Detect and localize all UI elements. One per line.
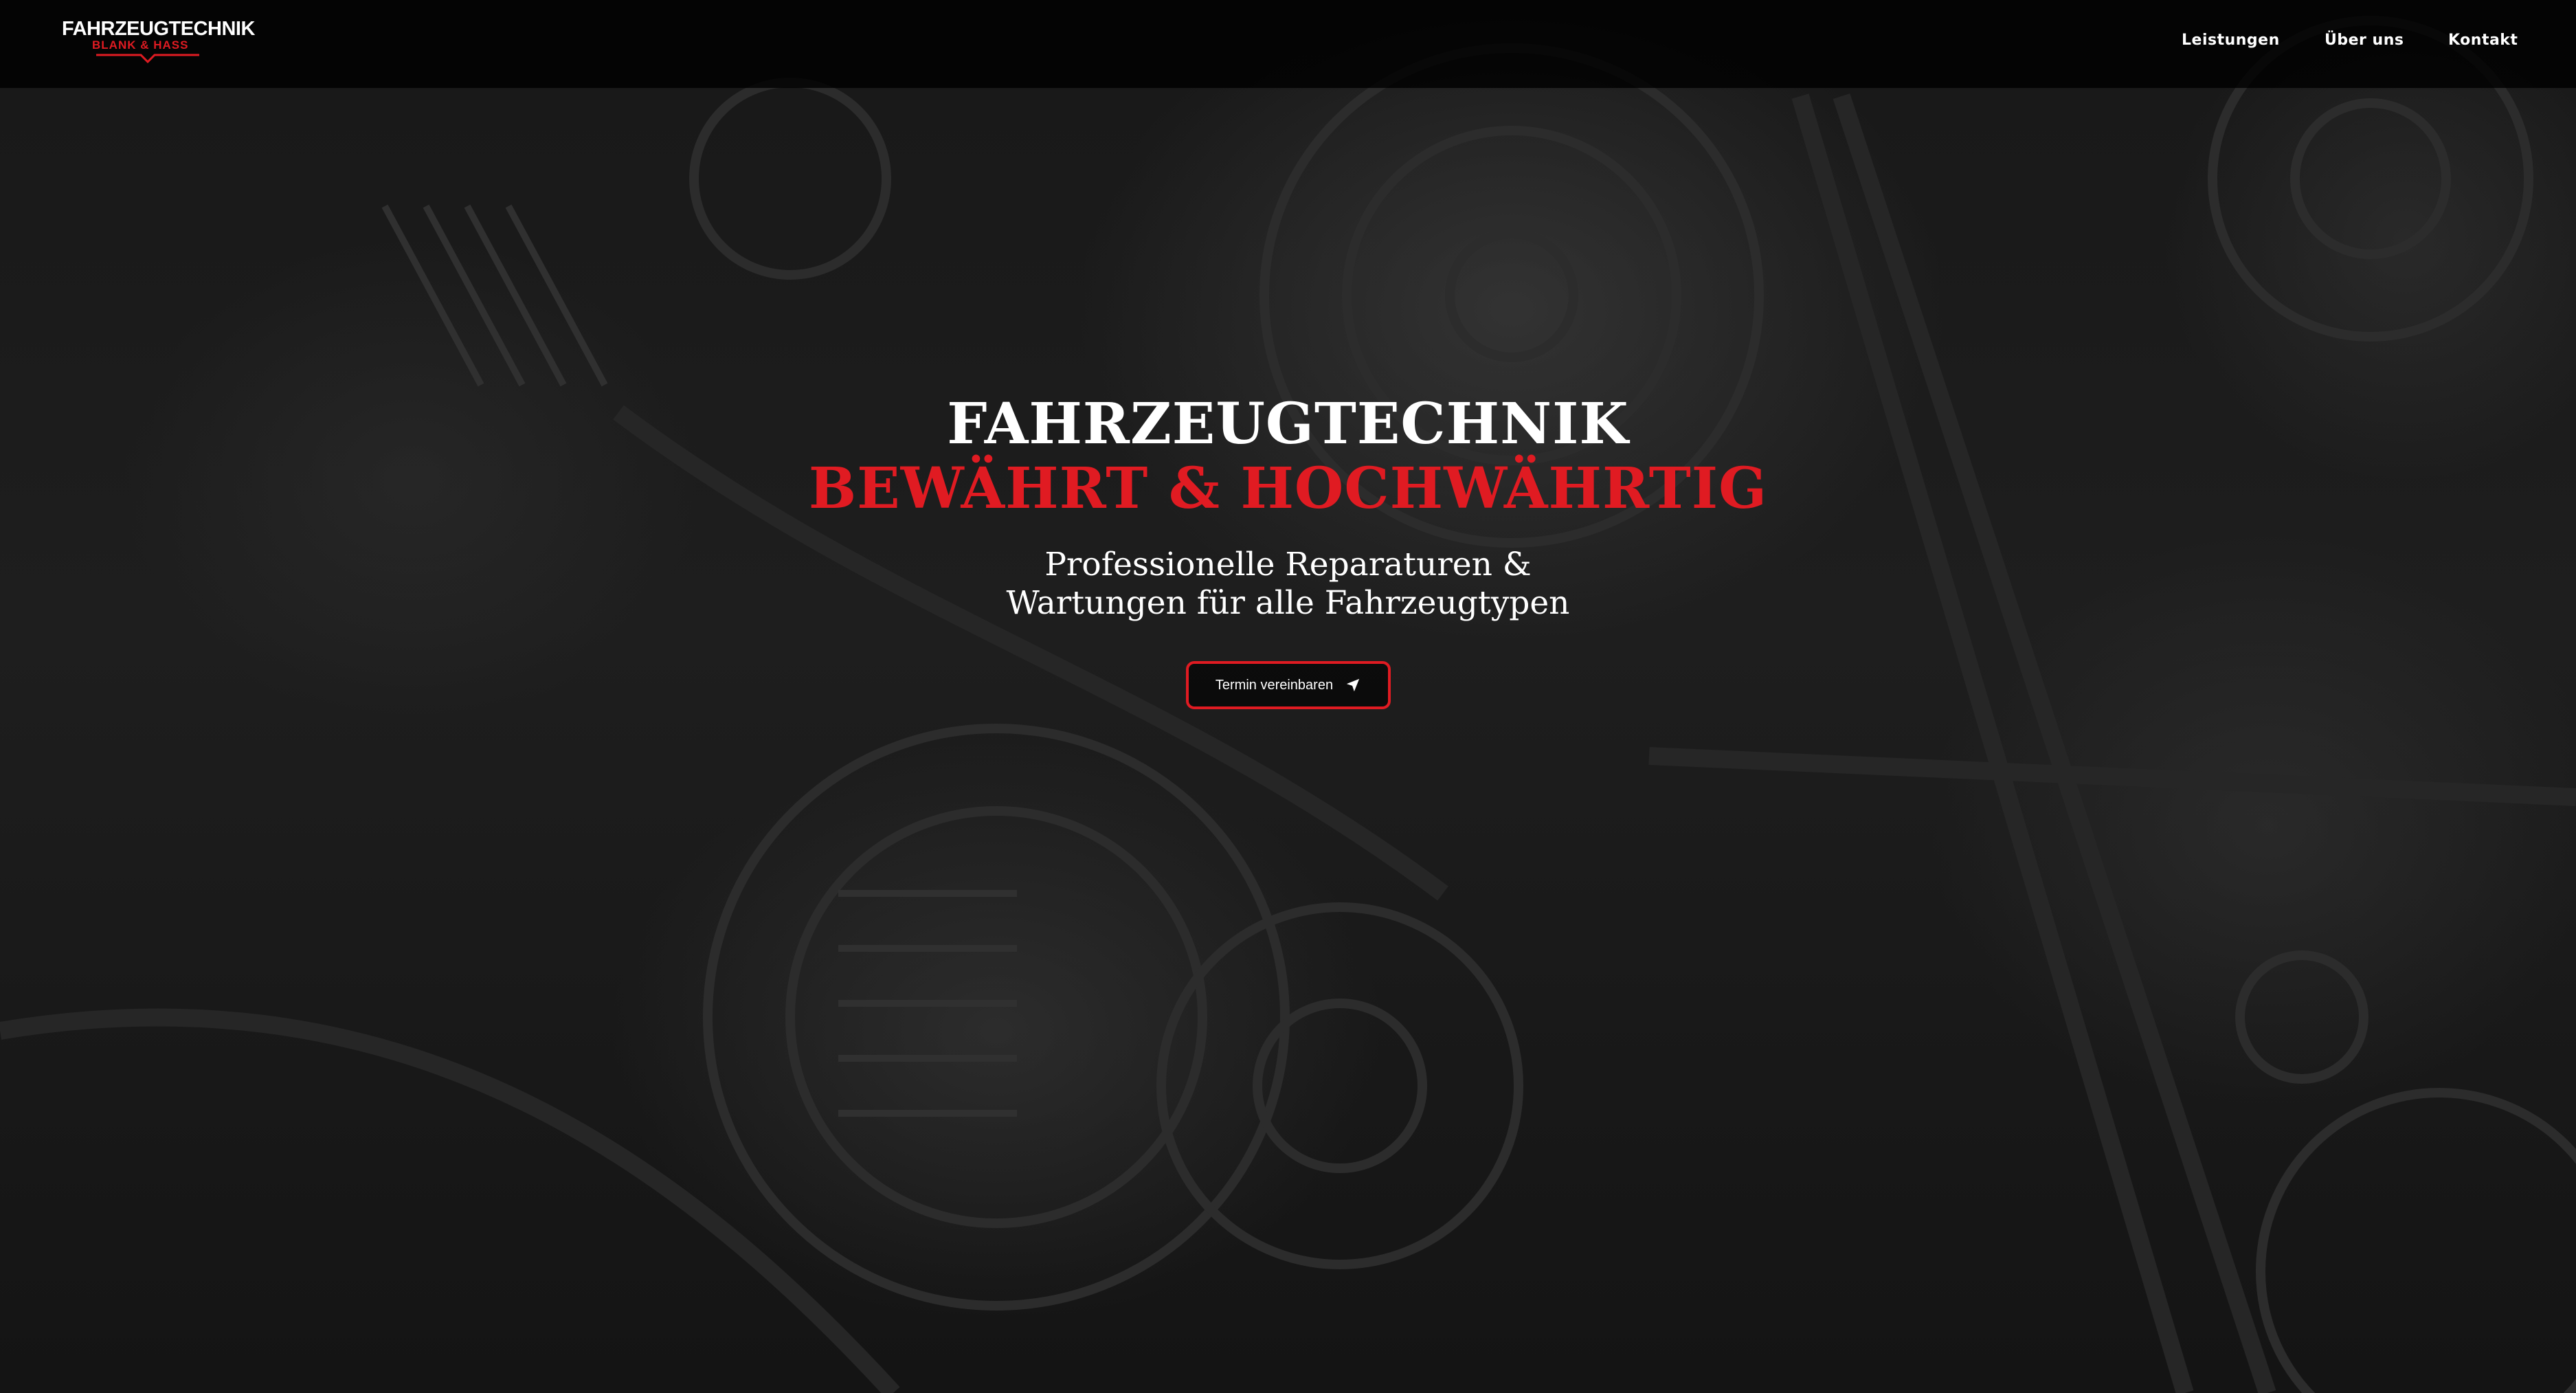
hero-title-line1: FAHRZEUGTECHNIK xyxy=(947,391,1629,457)
book-appointment-button[interactable]: Termin vereinbaren xyxy=(1185,661,1391,709)
logo-subtitle: BLANK & HASS xyxy=(92,38,189,52)
nav-link-kontakt[interactable]: Kontakt xyxy=(2448,32,2518,49)
hero-subtitle-line1: Professionelle Reparaturen & xyxy=(1044,546,1532,583)
book-appointment-label: Termin vereinbaren xyxy=(1215,677,1334,693)
hero-title-line2: BEWÄHRT & HOCHWÄHRTIG xyxy=(808,456,1768,522)
top-navbar: FAHRZEUGTECHNIK BLANK & HASS Leistungen … xyxy=(0,0,2576,88)
nav-link-leistungen[interactable]: Leistungen xyxy=(2182,32,2280,49)
hero-headline: FAHRZEUGTECHNIK BEWÄHRT & HOCHWÄHRTIG xyxy=(0,392,2576,521)
logo-swoosh-icon xyxy=(96,54,199,63)
nav-link-ueber-uns[interactable]: Über uns xyxy=(2325,32,2404,49)
brand-logo[interactable]: FAHRZEUGTECHNIK BLANK & HASS xyxy=(62,18,255,67)
logo-title: FAHRZEUGTECHNIK xyxy=(62,18,255,40)
hero-content: FAHRZEUGTECHNIK BEWÄHRT & HOCHWÄHRTIG Pr… xyxy=(0,392,2576,709)
send-arrow-icon xyxy=(1346,678,1360,692)
hero-subtitle-line2: Wartungen für alle Fahrzeugtypen xyxy=(1006,584,1570,622)
hero-subtitle: Professionelle Reparaturen & Wartungen f… xyxy=(0,546,2576,623)
